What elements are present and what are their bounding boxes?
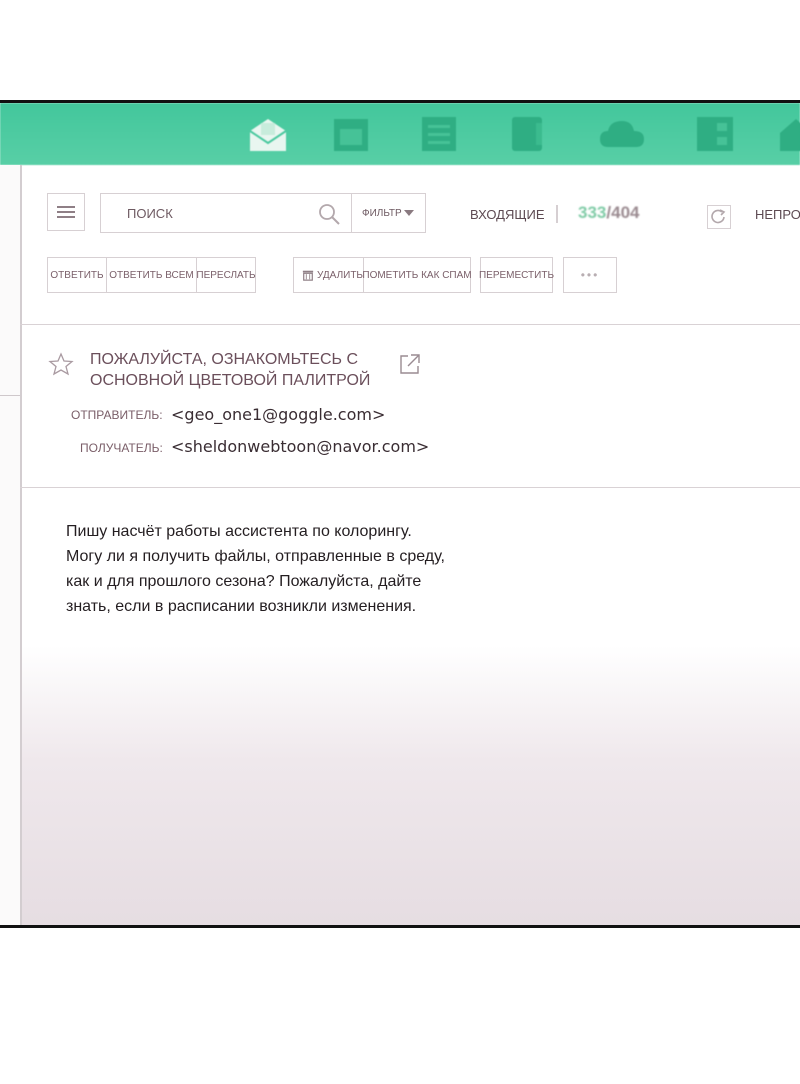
recipient-address[interactable]: <sheldonwebtoon@navor.com> [171,437,429,456]
sidebar-divider [0,395,20,396]
message-body: Пишу насчёт работы ассистента по колорин… [66,519,526,619]
body-line: знать, если в расписании возникли измене… [66,598,417,615]
unread-filter[interactable]: НЕПРО [755,207,800,222]
refresh-icon [711,209,726,224]
mark-spam-button[interactable]: ПОМЕТИТЬ КАК СПАМ [362,257,472,293]
home-icon[interactable] [778,115,800,158]
message-count: 333/404 [578,203,639,223]
message-subject: ПОЖАЛУЙСТА, ОЗНАКОМЬТЕСЬ С ОСНОВНОЙ ЦВЕТ… [90,349,390,391]
delete-label: УДАЛИТЬ [317,269,363,281]
menu-icon [57,206,75,218]
toolbar-divider-line [20,324,800,325]
cloud-icon[interactable] [598,115,646,158]
reply-all-button[interactable]: ОТВЕТИТЬ ВСЕМ [107,257,197,293]
count-total: 404 [611,203,640,222]
address-book-icon[interactable] [508,115,546,158]
app-top-bar [0,103,800,165]
inbox-label[interactable]: ВХОДЯЩИЕ [470,207,545,222]
toolbar-divider [556,205,558,223]
search-icon[interactable] [317,202,341,231]
chevron-down-icon [404,210,414,216]
filter-dropdown[interactable]: ФИЛЬТР [352,193,426,233]
move-button[interactable]: ПЕРЕМЕСТИТЬ [479,257,554,293]
reply-button[interactable]: ОТВЕТИТЬ [47,257,107,293]
delete-button[interactable]: УДАЛИТЬ [293,257,364,293]
search-input-label: ПОИСК [127,206,173,221]
refresh-button[interactable] [707,205,731,229]
recipient-label: ПОЛУЧАТЕЛЬ: [80,441,163,455]
body-line: Пишу насчёт работы ассистента по колорин… [66,523,412,540]
sender-address[interactable]: <geo_one1@goggle.com> [171,405,385,424]
sender-label: ОТПРАВИТЕЛЬ: [71,408,163,422]
external-link-icon[interactable] [398,352,422,381]
star-icon[interactable] [48,352,74,381]
calendar-icon[interactable] [332,115,370,158]
left-sidebar [0,165,22,925]
search-box[interactable]: ПОИСК [100,193,352,233]
count-current: 333 [578,203,607,222]
forward-button[interactable]: ПЕРЕСЛАТЬ [196,257,256,293]
trash-icon [302,270,314,281]
subject-line-1: ПОЖАЛУЙСТА, ОЗНАКОМЬТЕСЬ С [90,351,359,368]
more-button[interactable]: ••• [563,257,617,293]
contacts-icon[interactable] [695,115,735,158]
filter-label: ФИЛЬТР [362,208,402,219]
body-line: как и для прошлого сезона? Пожалуйста, д… [66,573,422,590]
menu-button[interactable] [47,193,85,231]
notes-icon[interactable] [420,115,458,158]
body-line: Могу ли я получить файлы, отправленные в… [66,548,445,565]
mail-icon[interactable] [246,115,290,160]
header-divider-line [20,487,800,488]
subject-line-2: ОСНОВНОЙ ЦВЕТОВОЙ ПАЛИТРОЙ [90,372,371,389]
